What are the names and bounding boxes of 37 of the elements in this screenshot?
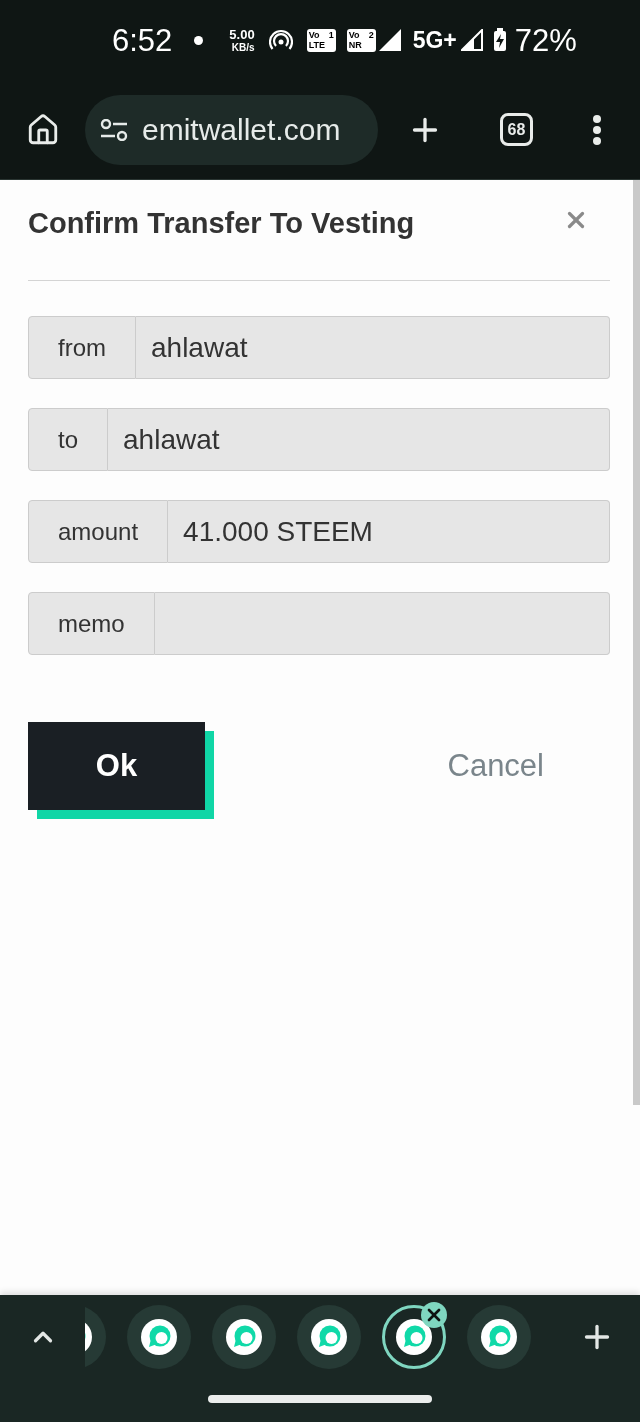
close-tab-button[interactable] <box>421 1302 447 1328</box>
hotspot-icon <box>268 29 293 51</box>
signal-icon <box>378 29 401 51</box>
field-label: to <box>28 408 108 471</box>
signal-icon <box>460 29 483 51</box>
input-field[interactable]: 41.000 STEEM <box>168 500 610 563</box>
field-label: memo <box>28 592 155 655</box>
more-vertical-icon <box>593 114 601 145</box>
field-label: amount <box>28 500 169 563</box>
network-speed-value: 5.00 <box>229 27 255 41</box>
address-bar[interactable]: emitwallet.com <box>85 94 378 165</box>
url-text: emitwallet.com <box>142 114 341 145</box>
cancel-button[interactable]: Cancel <box>427 722 564 810</box>
site-logo-icon <box>311 1319 347 1355</box>
site-logo-icon <box>396 1319 432 1355</box>
site-logo-icon <box>141 1319 177 1355</box>
tab-switcher-button[interactable]: 68 <box>500 113 533 146</box>
site-logo-icon <box>226 1319 262 1355</box>
clock-time: 6:52 <box>112 24 173 56</box>
sim-network: NR <box>348 40 363 50</box>
sim-network: LTE <box>308 40 326 50</box>
input-field[interactable]: ahlawat <box>108 408 610 471</box>
network-speed-unit: KB/s <box>231 42 255 53</box>
battery-charging-icon <box>492 28 507 52</box>
sim-type: Vo <box>348 30 360 40</box>
input-field[interactable] <box>154 592 610 655</box>
tune-icon <box>100 118 128 141</box>
sim-type: Vo <box>308 30 320 40</box>
battery-percent: 72% <box>514 24 577 56</box>
input-field[interactable]: ahlawat <box>136 316 610 379</box>
field-label: from <box>28 316 136 379</box>
sim-slot: 1 <box>328 30 334 40</box>
sim-slot: 2 <box>368 30 374 40</box>
site-logo-icon <box>481 1319 517 1355</box>
dialog-title: Confirm Transfer To Vesting <box>28 206 415 241</box>
scrollbar-thumb[interactable] <box>633 180 640 1105</box>
network-type: 5G+ <box>412 28 457 52</box>
